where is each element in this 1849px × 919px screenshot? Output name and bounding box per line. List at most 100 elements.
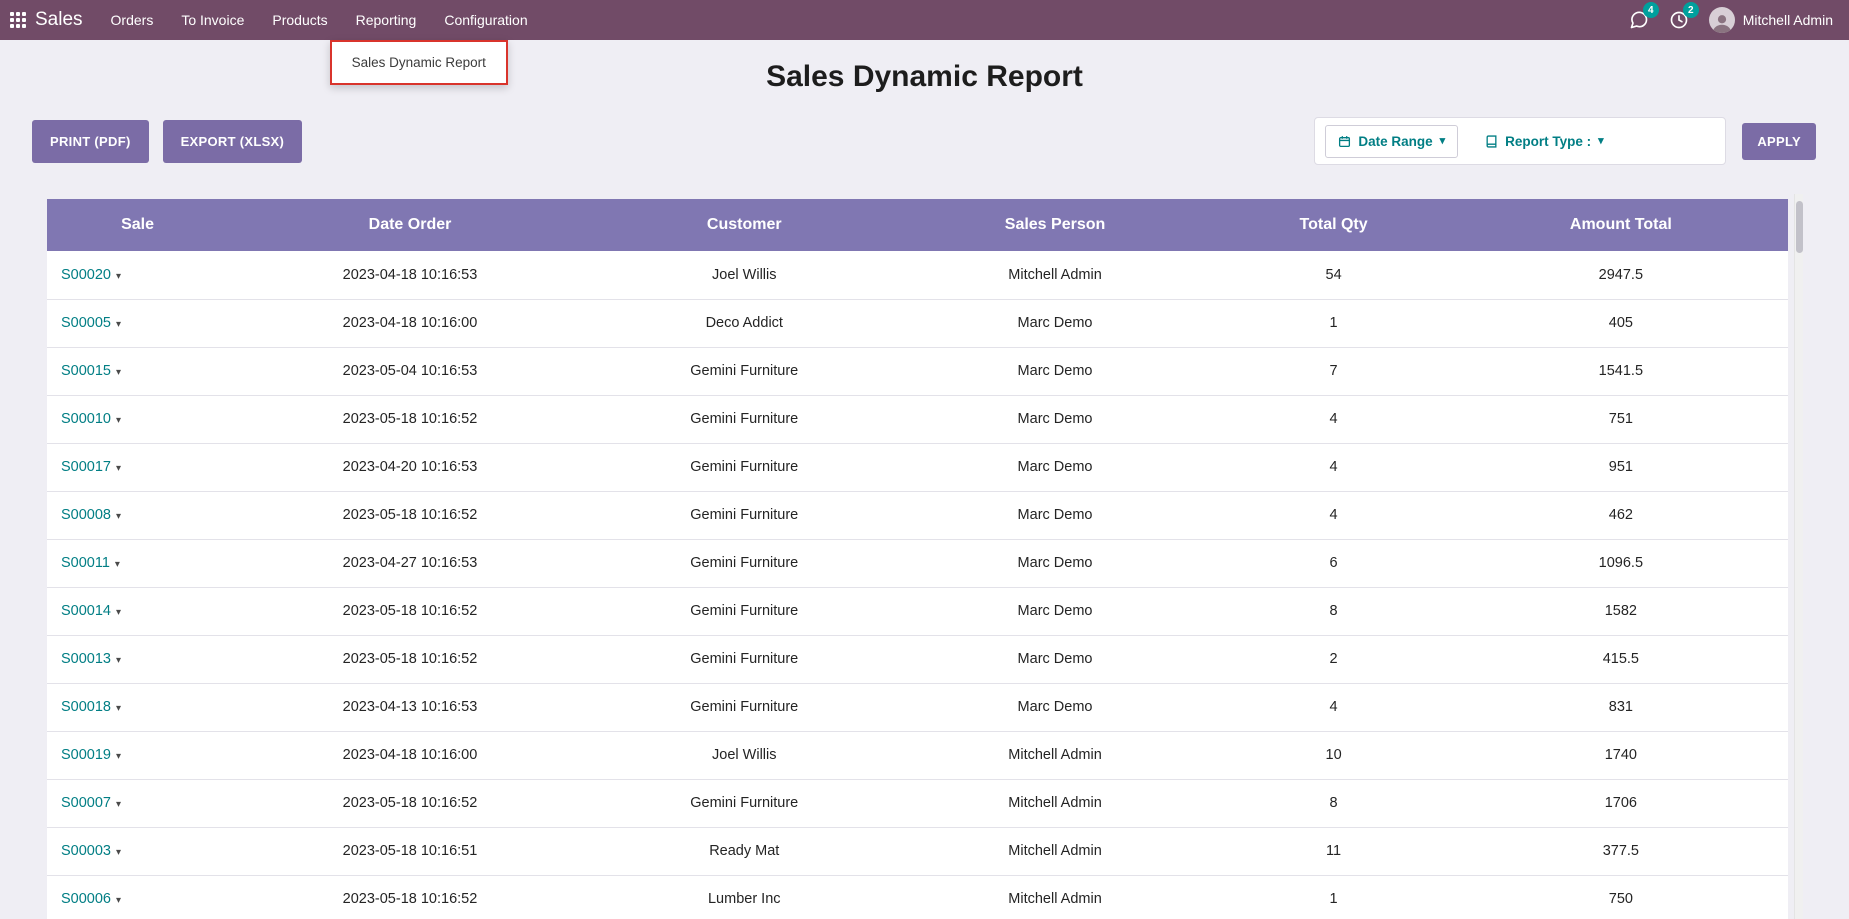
cell: 2023-04-18 10:16:53 [228,251,592,299]
sale-order-link[interactable]: S00014 [61,603,111,619]
apps-grid-icon[interactable] [10,12,26,28]
cell: 4 [1213,443,1453,491]
sale-order-link[interactable]: S00006 [61,891,111,907]
cell: Gemini Furniture [592,587,897,635]
cell: 1582 [1454,587,1788,635]
cell: Marc Demo [897,635,1214,683]
caret-down-icon[interactable]: ▾ [115,559,120,570]
cell: 11 [1213,827,1453,875]
caret-down-icon[interactable]: ▾ [116,703,121,714]
page-title: Sales Dynamic Report [0,57,1849,97]
apply-button[interactable]: APPLY [1742,123,1816,160]
table-row: S00017▾2023-04-20 10:16:53Gemini Furnitu… [47,443,1788,491]
col-header-total-qty: Total Qty [1213,199,1453,251]
user-avatar [1709,7,1735,33]
col-header-sales-person: Sales Person [897,199,1214,251]
sale-order-link[interactable]: S00008 [61,507,111,523]
cell: 2023-05-18 10:16:52 [228,587,592,635]
cell: 1096.5 [1454,539,1788,587]
sale-order-link[interactable]: S00017 [61,459,111,475]
cell: Gemini Furniture [592,443,897,491]
caret-down-icon[interactable]: ▾ [116,655,121,666]
table-header-row: SaleDate OrderCustomerSales PersonTotal … [47,199,1788,251]
table-scrollbar[interactable] [1794,194,1803,919]
messages-icon[interactable]: 4 [1629,10,1649,30]
table-row: S00006▾2023-05-18 10:16:52Lumber IncMitc… [47,875,1788,919]
user-menu[interactable]: Mitchell Admin [1709,7,1833,33]
table-row: S00019▾2023-04-18 10:16:00Joel WillisMit… [47,731,1788,779]
menu-reporting[interactable]: Reporting Sales Dynamic Report [342,0,431,40]
sale-cell: S00020 ▾ [47,251,228,299]
cell: 831 [1454,683,1788,731]
sale-cell: S00003 ▾ [47,827,228,875]
caret-down-icon[interactable]: ▾ [116,847,121,858]
sale-order-link[interactable]: S00020 [61,267,111,283]
cell: 10 [1213,731,1453,779]
cell: Mitchell Admin [897,731,1214,779]
report-type-label: Report Type : [1505,134,1591,149]
caret-down-icon[interactable]: ▾ [116,511,121,522]
caret-down-icon[interactable]: ▾ [116,895,121,906]
sale-order-link[interactable]: S00010 [61,411,111,427]
cell: 462 [1454,491,1788,539]
sale-order-link[interactable]: S00019 [61,747,111,763]
menu-item-sales-dynamic-report[interactable]: Sales Dynamic Report [332,51,506,74]
activities-clock-icon[interactable]: 2 [1669,10,1689,30]
col-header-amount-total: Amount Total [1454,199,1788,251]
sale-order-link[interactable]: S00003 [61,843,111,859]
cell: 1706 [1454,779,1788,827]
app-brand[interactable]: Sales [35,9,83,31]
cell: 2023-05-04 10:16:53 [228,347,592,395]
caret-down-icon[interactable]: ▾ [116,799,121,810]
cell: Marc Demo [897,347,1214,395]
cell: Marc Demo [897,299,1214,347]
print-pdf-button[interactable]: PRINT (PDF) [32,120,149,163]
cell: 2 [1213,635,1453,683]
export-xlsx-button[interactable]: EXPORT (XLSX) [163,120,303,163]
sale-cell: S00014 ▾ [47,587,228,635]
menu-products[interactable]: Products [258,0,341,40]
calendar-icon [1338,135,1351,148]
sale-order-link[interactable]: S00005 [61,315,111,331]
reporting-dropdown: Sales Dynamic Report [330,40,508,85]
cell: Lumber Inc [592,875,897,919]
sale-order-link[interactable]: S00007 [61,795,111,811]
caret-down-icon[interactable]: ▾ [116,367,121,378]
sale-order-link[interactable]: S00015 [61,363,111,379]
caret-down-icon: ▾ [1598,136,1604,147]
menu-to-invoice[interactable]: To Invoice [167,0,258,40]
caret-down-icon[interactable]: ▾ [116,271,121,282]
report-type-button[interactable]: Report Type : ▾ [1472,125,1617,158]
caret-down-icon[interactable]: ▾ [116,319,121,330]
caret-down-icon[interactable]: ▾ [116,607,121,618]
table-row: S00018▾2023-04-13 10:16:53Gemini Furnitu… [47,683,1788,731]
filter-group: Date Range ▾ Report Type : ▾ [1314,117,1726,165]
cell: Mitchell Admin [897,779,1214,827]
activities-badge: 2 [1683,2,1699,18]
sale-order-link[interactable]: S00018 [61,699,111,715]
sale-cell: S00005 ▾ [47,299,228,347]
sale-order-link[interactable]: S00013 [61,651,111,667]
scrollbar-thumb[interactable] [1796,201,1803,253]
cell: 1 [1213,875,1453,919]
date-range-button[interactable]: Date Range ▾ [1325,125,1458,158]
sale-cell: S00006 ▾ [47,875,228,919]
table-row: S00011▾2023-04-27 10:16:53Gemini Furnitu… [47,539,1788,587]
menu-orders[interactable]: Orders [97,0,168,40]
caret-down-icon[interactable]: ▾ [116,751,121,762]
menu-configuration[interactable]: Configuration [430,0,541,40]
col-header-sale: Sale [47,199,228,251]
cell: Deco Addict [592,299,897,347]
table-row: S00014 ▾ 2023-05-18 10:16:52Gemini Furnitu… [47,587,1788,635]
cell: 415.5 [1454,635,1788,683]
date-range-label: Date Range [1358,134,1432,149]
cell: 405 [1454,299,1788,347]
cell: Marc Demo [897,587,1214,635]
cell: 4 [1213,491,1453,539]
caret-down-icon[interactable]: ▾ [116,415,121,426]
caret-down-icon[interactable]: ▾ [116,463,121,474]
sale-cell: S00015 ▾ [47,347,228,395]
sale-order-link[interactable]: S00011 [61,555,110,571]
cell: 8 [1213,779,1453,827]
cell: 2023-04-27 10:16:53 [228,539,592,587]
